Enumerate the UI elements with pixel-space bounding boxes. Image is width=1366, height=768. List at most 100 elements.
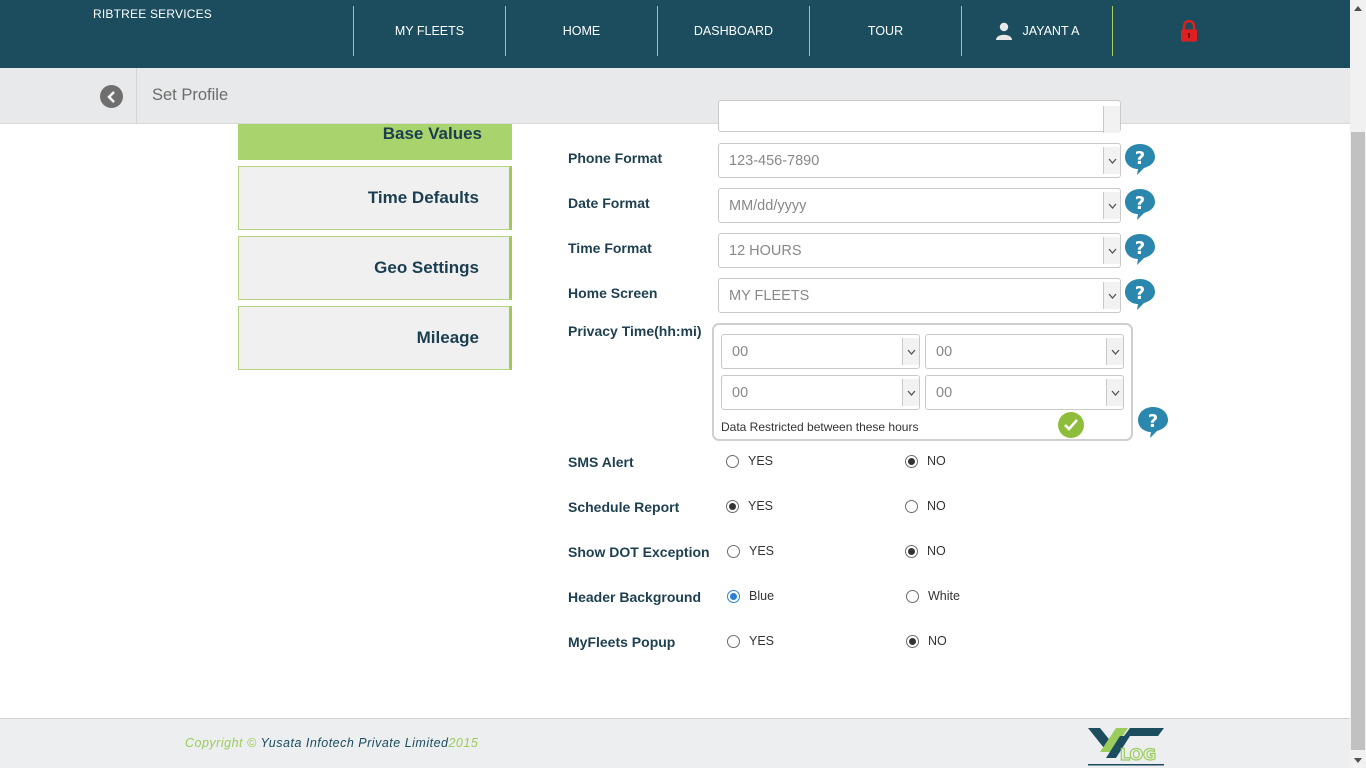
show-dot-exception-label: Show DOT Exception	[568, 544, 710, 560]
logo-text: LOG	[1120, 745, 1156, 764]
radio-label: YES	[749, 544, 775, 558]
radio-button	[726, 499, 739, 513]
privacy-end-hour-select[interactable]: 00	[721, 375, 920, 410]
nav-home[interactable]: HOME	[505, 6, 657, 56]
privacy-note: Data Restricted between these hours	[721, 420, 919, 434]
header-background-white-radio[interactable]: White	[906, 589, 960, 603]
help-icon[interactable]: ?	[1123, 277, 1157, 311]
tab-time-defaults[interactable]: Time Defaults	[238, 166, 512, 230]
checkmark-icon	[1064, 419, 1078, 431]
myfleets-popup-no-radio[interactable]: NO	[906, 634, 947, 648]
company-name: Yusata Infotech Private Limited	[260, 736, 449, 750]
privacy-end-minute-value: 00	[936, 384, 953, 401]
vertical-scrollbar[interactable]	[1350, 0, 1366, 768]
radio-button	[726, 454, 739, 468]
privacy-end-minute-select[interactable]: 00	[925, 375, 1124, 410]
privacy-time-label: Privacy Time(hh:mi)	[568, 323, 702, 339]
help-icon[interactable]: ?	[1123, 142, 1157, 176]
svg-text:?: ?	[1148, 411, 1158, 432]
privacy-start-hour-value: 00	[732, 343, 749, 360]
top-header: RIBTREE SERVICES MY FLEETS HOME DASHBOAR…	[0, 0, 1350, 68]
radio-label: YES	[748, 454, 774, 468]
logout-button[interactable]	[1113, 6, 1265, 56]
copyright-text: Copyright © Yusata Infotech Private Limi…	[185, 736, 478, 750]
tab-geo-settings[interactable]: Geo Settings	[238, 236, 512, 300]
copyright-prefix: Copyright ©	[185, 736, 257, 750]
radio-button	[906, 589, 919, 603]
show-dot-exception-yes-radio[interactable]: YES	[727, 544, 774, 558]
nav-dashboard[interactable]: DASHBOARD	[657, 6, 809, 56]
nav-user-menu[interactable]: JAYANT A	[961, 6, 1113, 56]
sms-alert-label: SMS Alert	[568, 454, 634, 470]
sms-alert-yes-radio[interactable]: YES	[726, 454, 773, 468]
time-format-label: Time Format	[568, 240, 652, 256]
scroll-thumb[interactable]	[1351, 132, 1365, 750]
home-screen-select[interactable]: MY FLEETS	[718, 278, 1121, 313]
radio-button	[905, 499, 918, 513]
home-screen-label: Home Screen	[568, 285, 658, 301]
svg-text:?: ?	[1135, 283, 1145, 304]
privacy-start-minute-select[interactable]: 00	[925, 334, 1124, 369]
myfleets-popup-yes-radio[interactable]: YES	[727, 634, 774, 648]
svg-text:?: ?	[1135, 238, 1145, 259]
radio-label: White	[928, 589, 960, 603]
nav-tour[interactable]: TOUR	[809, 6, 961, 56]
home-screen-value: MY FLEETS	[729, 287, 810, 304]
date-format-label: Date Format	[568, 195, 650, 211]
user-name: JAYANT A	[1022, 24, 1080, 38]
phone-format-select[interactable]: 123-456-7890	[718, 143, 1121, 178]
header-background-label: Header Background	[568, 589, 702, 605]
schedule-report-yes-radio[interactable]: YES	[726, 499, 773, 513]
myfleets-popup-label: MyFleets Popup	[568, 634, 676, 650]
date-format-select[interactable]: MM/dd/yyyy	[718, 188, 1121, 223]
help-icon[interactable]: ?	[1136, 405, 1170, 439]
nav-my-fleets[interactable]: MY FLEETS	[353, 6, 505, 56]
svg-text:?: ?	[1135, 193, 1145, 214]
settings-tabs: Base Values Time Defaults Geo Settings M…	[238, 124, 512, 376]
schedule-report-label: Schedule Report	[568, 499, 680, 515]
footer: Copyright © Yusata Infotech Private Limi…	[0, 718, 1350, 768]
user-icon	[995, 22, 1013, 40]
sms-alert-no-radio[interactable]: NO	[905, 454, 946, 468]
divider	[136, 68, 137, 124]
radio-label: NO	[927, 544, 946, 558]
main-nav: MY FLEETS HOME DASHBOARD TOUR JAYANT A	[353, 6, 1265, 56]
app-window: RIBTREE SERVICES MY FLEETS HOME DASHBOAR…	[0, 0, 1366, 768]
chevron-down-icon	[1103, 282, 1120, 309]
radio-label: NO	[927, 499, 946, 513]
show-dot-exception-no-radio[interactable]: NO	[905, 544, 946, 558]
time-format-value: 12 HOURS	[729, 242, 802, 259]
schedule-report-no-radio[interactable]: NO	[905, 499, 946, 513]
radio-label: NO	[928, 634, 947, 648]
svg-text:?: ?	[1135, 148, 1145, 169]
chevron-down-icon	[1103, 147, 1120, 174]
chevron-down-icon	[1103, 192, 1120, 219]
back-arrow-icon	[106, 90, 115, 103]
chevron-down-icon	[1106, 379, 1123, 406]
privacy-start-minute-value: 00	[936, 343, 953, 360]
sub-header: Set Profile	[0, 68, 1350, 124]
chevron-down-icon	[1103, 237, 1120, 264]
scroll-down-icon[interactable]	[1350, 752, 1366, 768]
confirm-privacy-button[interactable]	[1058, 412, 1084, 438]
time-format-select[interactable]: 12 HOURS	[718, 233, 1121, 268]
chevron-down-icon	[1106, 338, 1123, 365]
radio-label: YES	[749, 634, 775, 648]
chevron-down-icon	[902, 338, 919, 365]
tab-base-values[interactable]: Base Values	[238, 124, 512, 160]
radio-button	[727, 634, 740, 648]
radio-button	[727, 544, 740, 558]
help-icon[interactable]: ?	[1123, 232, 1157, 266]
tab-mileage[interactable]: Mileage	[238, 306, 512, 370]
header-background-blue-radio[interactable]: Blue	[727, 589, 774, 603]
scroll-up-icon[interactable]	[1350, 0, 1366, 16]
help-icon[interactable]: ?	[1123, 187, 1157, 221]
privacy-start-hour-select[interactable]: 00	[721, 334, 920, 369]
lock-icon	[1181, 20, 1197, 42]
hidden-select-partial[interactable]	[718, 100, 1121, 133]
back-button[interactable]	[100, 85, 123, 108]
date-format-value: MM/dd/yyyy	[729, 197, 807, 214]
chevron-down-icon	[1103, 106, 1120, 133]
phone-format-value: 123-456-7890	[729, 152, 820, 169]
company-logo: LOG	[1088, 728, 1164, 766]
